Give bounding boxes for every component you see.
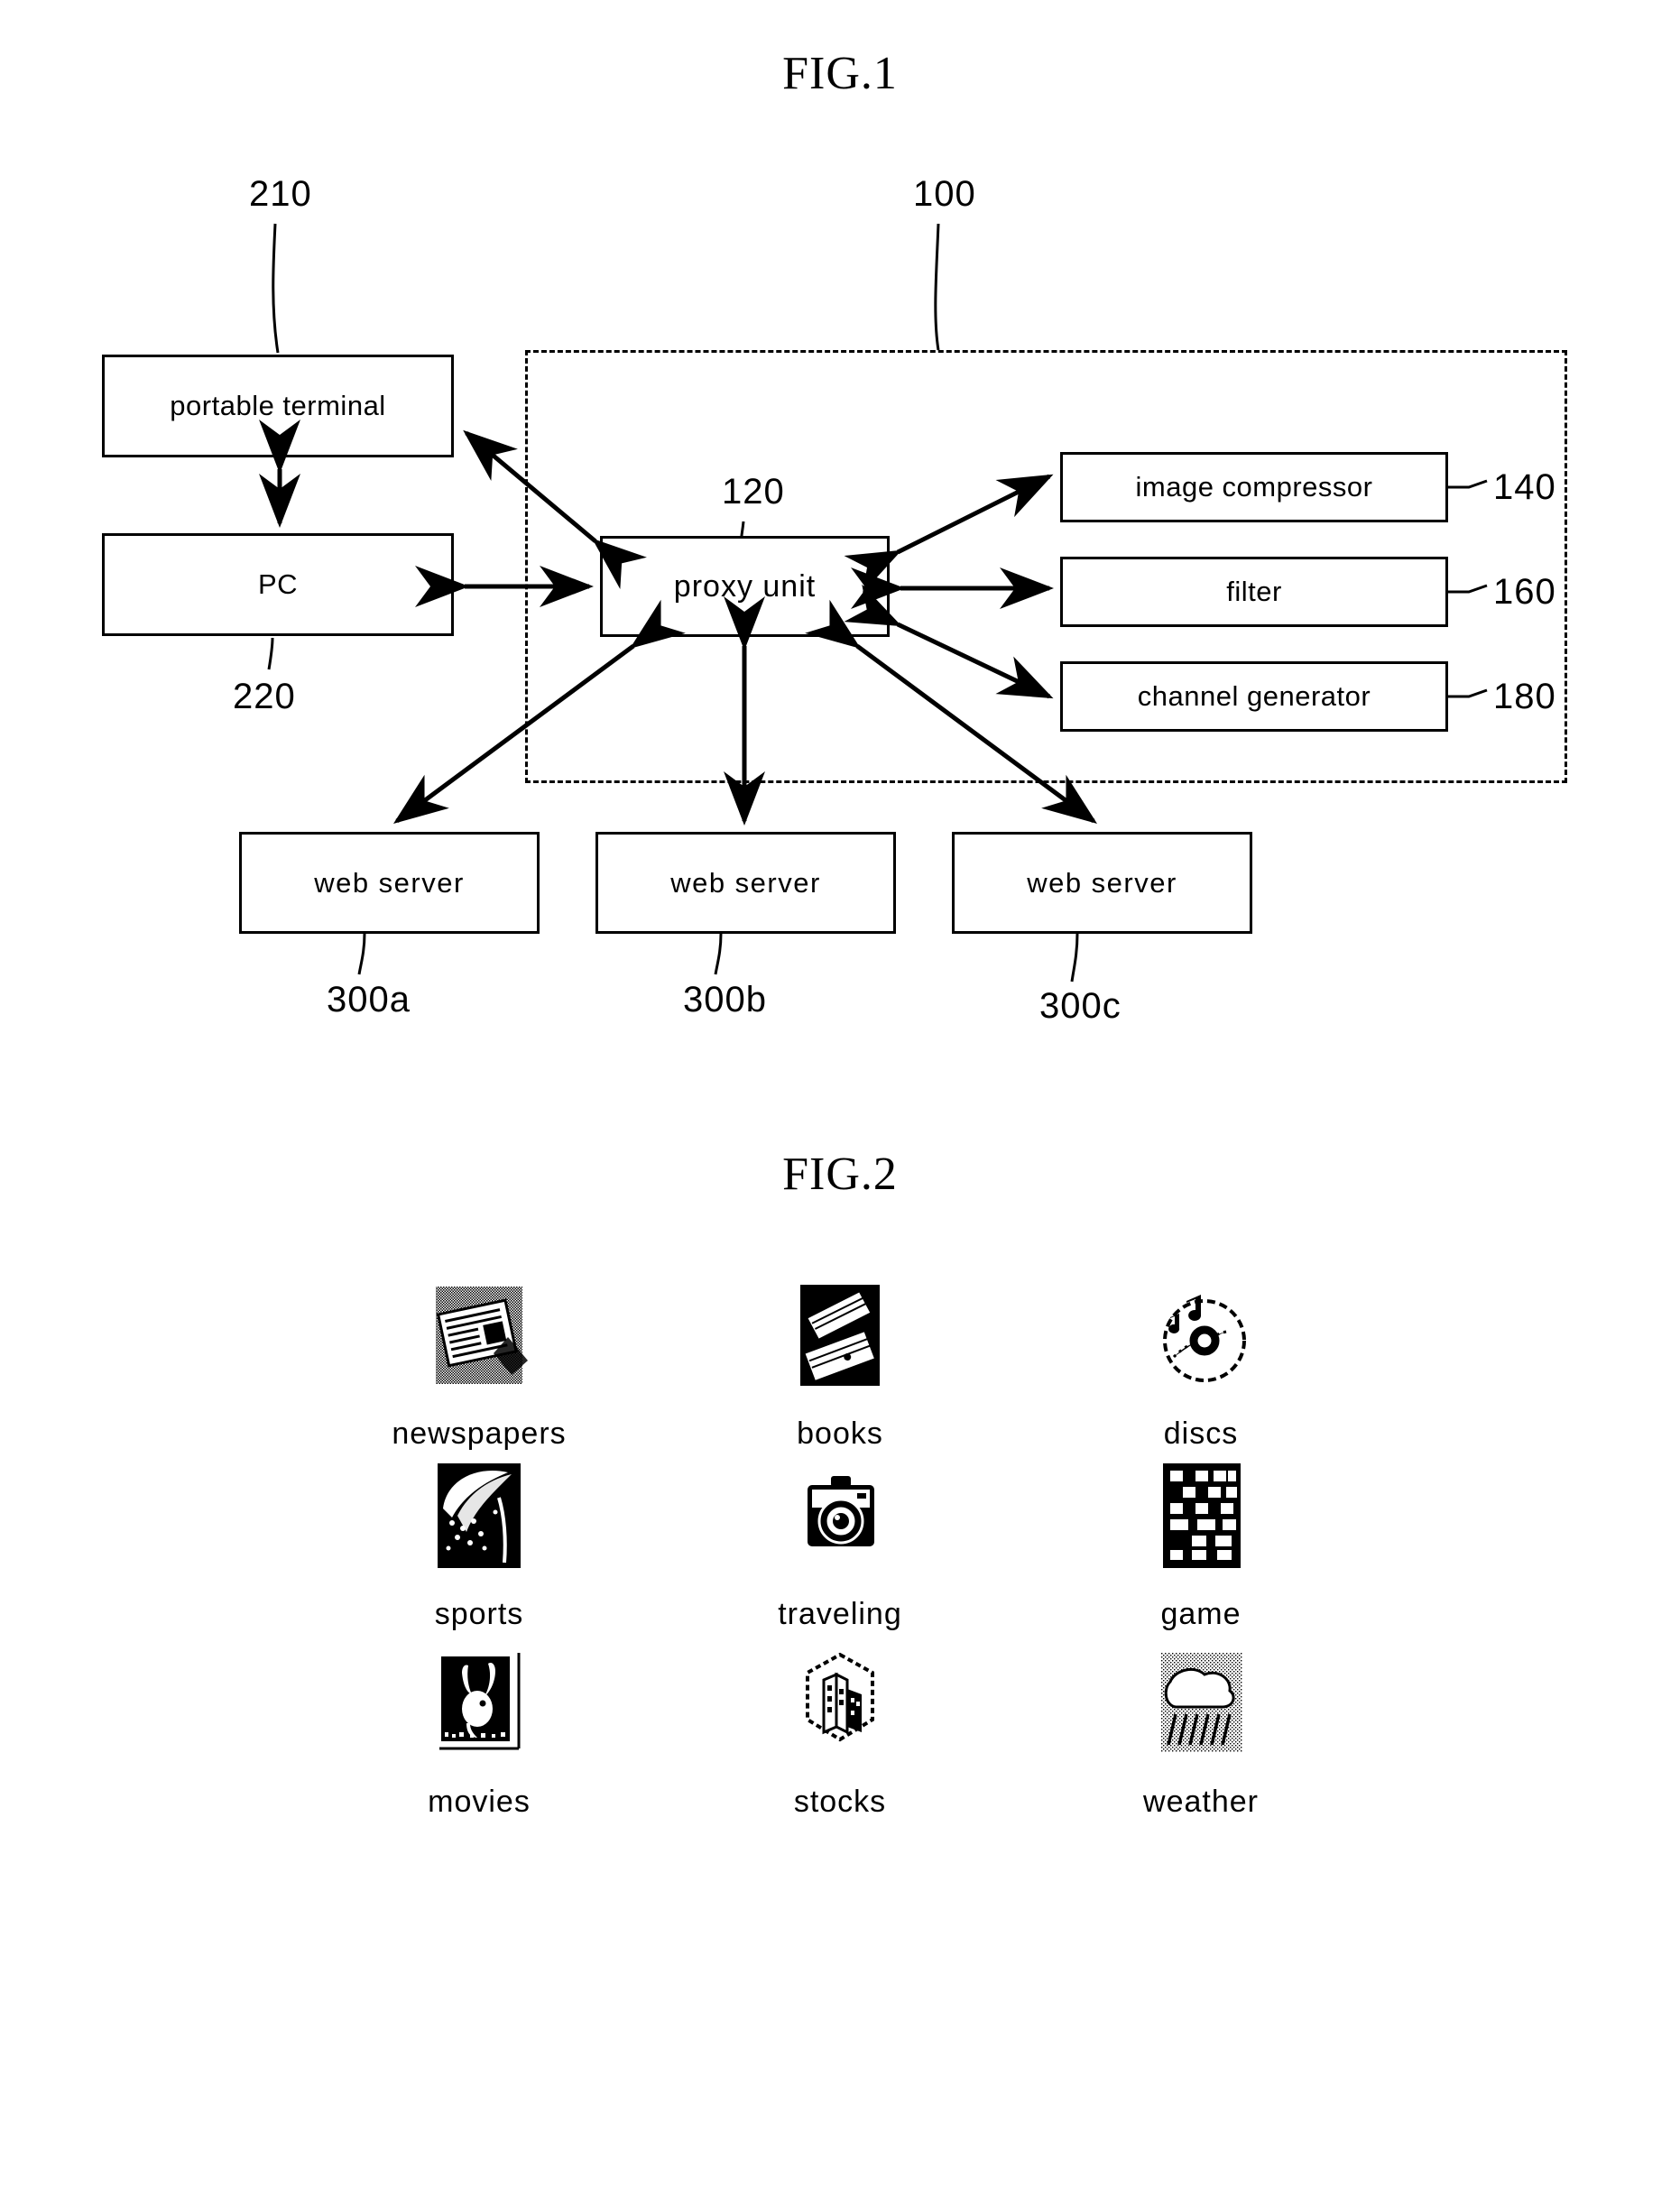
category-label-sports: sports <box>434 1597 524 1631</box>
ref-numeral-300c: 300c <box>1039 986 1122 1026</box>
icon-row: sports traveling game <box>299 1462 1381 1649</box>
category-item-stocks[interactable]: stocks <box>660 1649 1020 1843</box>
content-category-grid: newspapers books discs sports traveling … <box>299 1281 1381 1843</box>
category-label-books: books <box>797 1416 883 1451</box>
ref-numeral-120: 120 <box>722 472 785 512</box>
ref-numeral-300b: 300b <box>683 980 767 1019</box>
block-pc-label: PC <box>257 568 299 600</box>
category-item-movies[interactable]: movies <box>299 1649 660 1843</box>
category-item-books[interactable]: books <box>660 1281 1020 1462</box>
disc-icon <box>1143 1281 1259 1389</box>
block-filter: filter <box>1060 557 1448 627</box>
category-item-traveling[interactable]: traveling <box>660 1462 1020 1649</box>
patent-figure-sheet: FIG.1 portable terminal PC proxy unit im… <box>0 0 1680 2205</box>
camera-icon <box>782 1462 898 1570</box>
block-pc: PC <box>102 533 454 636</box>
ref-numeral-160: 160 <box>1493 572 1556 612</box>
ref-numeral-210: 210 <box>249 174 312 214</box>
ref-numeral-300a: 300a <box>327 980 411 1019</box>
leader-220 <box>267 637 274 670</box>
leader-300b <box>714 933 723 975</box>
block-web-server-c-label: web server <box>1027 866 1177 899</box>
sports-icon <box>421 1462 537 1570</box>
category-label-game: game <box>1160 1597 1242 1631</box>
block-web-server-b-label: web server <box>670 866 821 899</box>
block-image-compressor-label: image compressor <box>1135 471 1373 503</box>
block-web-server-c: web server <box>952 832 1252 934</box>
figure-2-title: FIG.2 <box>782 1149 898 1200</box>
ref-numeral-220: 220 <box>233 677 296 716</box>
figure-1-title: FIG.1 <box>782 48 898 99</box>
block-proxy-unit: proxy unit <box>600 536 890 637</box>
ref-numeral-180: 180 <box>1493 677 1556 716</box>
checkerboard-icon <box>1143 1462 1259 1570</box>
icon-row: newspapers books discs <box>299 1281 1381 1462</box>
bunny-icon <box>421 1649 537 1758</box>
block-proxy-unit-label: proxy unit <box>673 568 817 604</box>
leader-100 <box>934 223 940 351</box>
category-label-traveling: traveling <box>778 1597 902 1631</box>
icon-row: movies stocks weather <box>299 1649 1381 1843</box>
leader-300a <box>357 933 366 975</box>
leader-210 <box>272 223 280 354</box>
category-label-newspapers: newspapers <box>392 1416 567 1451</box>
block-web-server-b: web server <box>595 832 896 934</box>
block-image-compressor: image compressor <box>1060 452 1448 522</box>
category-item-weather[interactable]: weather <box>1020 1649 1381 1843</box>
category-item-discs[interactable]: discs <box>1020 1281 1381 1462</box>
category-item-sports[interactable]: sports <box>299 1462 660 1649</box>
category-label-movies: movies <box>428 1785 531 1819</box>
block-channel-generator-label: channel generator <box>1137 680 1371 712</box>
block-portable-terminal: portable terminal <box>102 355 454 457</box>
block-portable-terminal-label: portable terminal <box>170 390 386 421</box>
block-web-server-a-label: web server <box>314 866 465 899</box>
leader-300c <box>1070 933 1079 983</box>
connector-overlay <box>258 223 1488 983</box>
category-label-discs: discs <box>1163 1416 1239 1451</box>
weather-icon <box>1143 1649 1259 1758</box>
category-label-weather: weather <box>1143 1785 1259 1819</box>
category-item-newspapers[interactable]: newspapers <box>299 1281 660 1462</box>
category-item-game[interactable]: game <box>1020 1462 1381 1649</box>
block-web-server-a: web server <box>239 832 540 934</box>
block-channel-generator: channel generator <box>1060 661 1448 732</box>
newspaper-icon <box>421 1281 537 1389</box>
ref-numeral-140: 140 <box>1493 467 1556 507</box>
books-icon <box>782 1281 898 1389</box>
block-filter-label: filter <box>1226 576 1282 607</box>
category-label-stocks: stocks <box>793 1785 887 1819</box>
ref-numeral-100: 100 <box>913 174 976 214</box>
building-icon <box>782 1649 898 1758</box>
